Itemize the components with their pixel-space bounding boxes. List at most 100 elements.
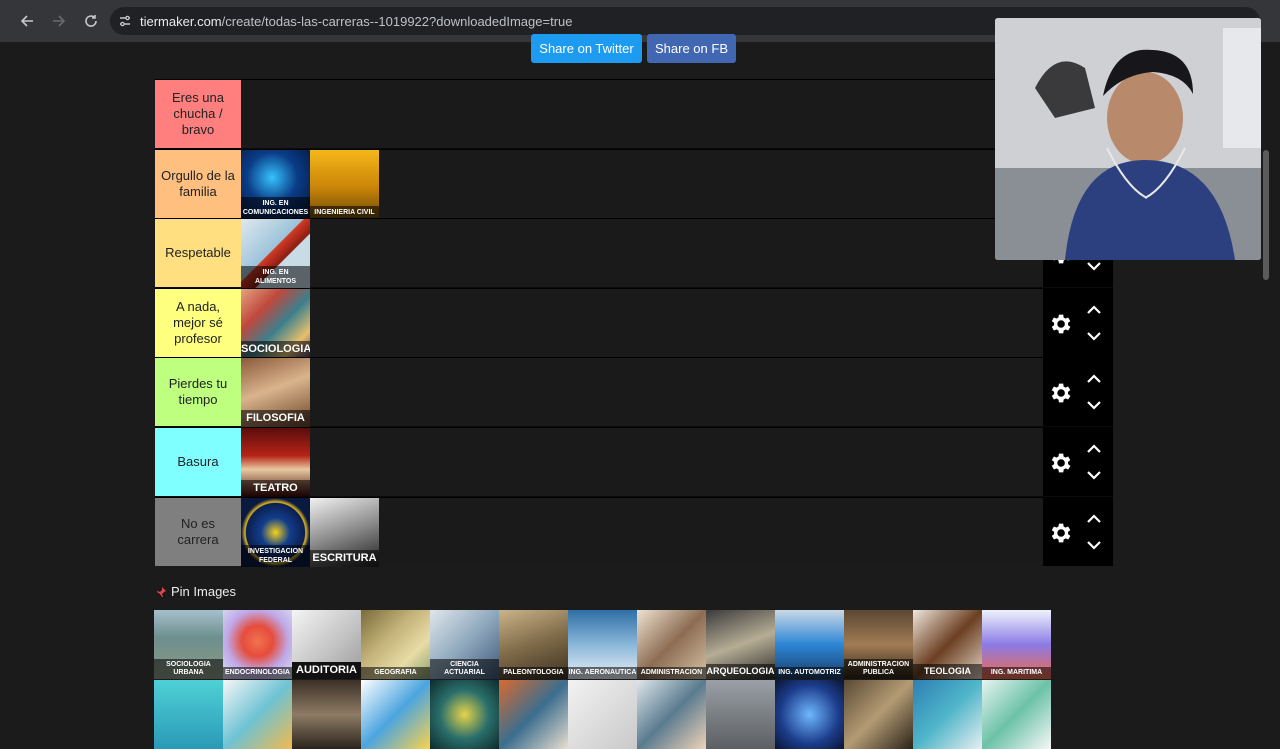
tier-row: No es carrera INVESTIGACION FEDERAL ESCRIT… (155, 496, 1113, 567)
page-scrollbar[interactable] (1263, 150, 1269, 280)
gear-icon[interactable] (1047, 380, 1073, 406)
tier-items: FILOSOFIA (241, 358, 310, 428)
tier-drop-zone[interactable] (241, 80, 1043, 148)
pool-image-caption: AUDITORIA (292, 662, 361, 679)
tier-item-image[interactable]: FILOSOFIA (241, 358, 310, 428)
pool-image[interactable] (154, 680, 223, 749)
pool-image-caption: GEOGRAFIA (361, 667, 430, 679)
gear-icon[interactable] (1047, 520, 1073, 546)
tier-drop-zone[interactable] (241, 219, 1043, 288)
tier-item-image[interactable]: INVESTIGACION FEDERAL (241, 497, 310, 567)
chevron-down-icon[interactable] (1085, 538, 1103, 552)
pool-image-caption: ING. AUTOMOTRIZ (775, 667, 844, 679)
url-host: tiermaker.com (140, 13, 222, 29)
tier-item-image[interactable]: ING. EN COMUNICACIONES (241, 149, 310, 219)
webcam-person (995, 18, 1261, 260)
url-text: tiermaker.com/create/todas-las-carreras-… (140, 14, 573, 29)
pool-image[interactable]: ING. AUTOMOTRIZ (775, 610, 844, 679)
chevron-up-icon[interactable] (1085, 303, 1103, 317)
chevron-down-icon[interactable] (1085, 329, 1103, 343)
pool-image-caption: ENDOCRINOLOGIA (223, 667, 292, 679)
tier-item-image[interactable]: TEATRO (241, 428, 310, 497)
tier-items: TEATRO (241, 428, 310, 497)
pool-image[interactable] (361, 680, 430, 749)
tier-item-caption: TEATRO (241, 480, 310, 497)
chevron-up-icon[interactable] (1085, 442, 1103, 456)
pool-image[interactable] (499, 680, 568, 749)
arrow-right-icon (53, 15, 66, 27)
pin-images-header: Pin Images (155, 584, 236, 599)
tier-label[interactable]: Respetable (155, 219, 241, 288)
reload-icon (85, 15, 97, 27)
pool-image[interactable] (637, 680, 706, 749)
chevron-up-icon[interactable] (1085, 512, 1103, 526)
chevron-down-icon[interactable] (1085, 259, 1103, 273)
pool-image[interactable]: ADMINISTRACION PUBLICA (844, 610, 913, 679)
tier-item-image[interactable]: ING. EN ALIMENTOS (241, 219, 310, 289)
tune-icon[interactable] (110, 14, 140, 28)
pool-image[interactable]: PALEONTOLOGIA (499, 610, 568, 679)
share-twitter-button[interactable]: Share on Twitter (531, 34, 642, 63)
reload-button[interactable] (76, 6, 106, 36)
tier-drop-zone[interactable] (241, 288, 1043, 357)
pool-image[interactable]: ADMINISTRACION (637, 610, 706, 679)
pin-images-label: Pin Images (171, 584, 237, 599)
pool-image-caption: PALEONTOLOGIA (499, 667, 568, 679)
tier-items: SOCIOLOGIA (241, 288, 310, 358)
tier-drop-zone[interactable] (241, 428, 1043, 496)
pool-image[interactable]: SOCIOLOGIA URBANA (154, 610, 223, 679)
tier-label[interactable]: Orgullo de la familia (155, 149, 241, 218)
forward-button[interactable] (44, 6, 74, 36)
pool-image-caption: ADMINISTRACION PUBLICA (844, 659, 913, 679)
back-button[interactable] (12, 6, 42, 36)
tier-label[interactable]: Pierdes tu tiempo (155, 358, 241, 427)
pool-image[interactable]: GEOGRAFIA (361, 610, 430, 679)
chevron-down-icon[interactable] (1085, 468, 1103, 482)
pool-image[interactable]: ING. AERONAUTICA (568, 610, 637, 679)
tier-item-caption: SOCIOLOGIA (241, 340, 310, 358)
pool-image[interactable] (775, 680, 844, 749)
tier-label[interactable]: Eres una chucha / bravo (155, 80, 241, 148)
pool-image[interactable] (292, 680, 361, 749)
pool-image-caption: CIENCIA ACTUARIAL (430, 659, 499, 679)
chevron-down-icon[interactable] (1085, 398, 1103, 412)
share-facebook-button[interactable]: Share on FB (647, 34, 736, 63)
tier-controls (1043, 428, 1113, 496)
pool-image[interactable] (844, 680, 913, 749)
tier-items: ING. EN ALIMENTOS (241, 219, 310, 289)
tier-label[interactable]: Basura (155, 428, 241, 496)
tier-item-caption: ESCRITURA (310, 549, 379, 567)
tier-row: Respetable ING. EN ALIMENTOS (155, 218, 1113, 289)
pool-image[interactable] (913, 680, 982, 749)
gear-icon[interactable] (1047, 450, 1073, 476)
tier-item-image[interactable]: INGENIERIA CIVIL (310, 149, 379, 219)
chevron-up-icon[interactable] (1085, 372, 1103, 386)
arrow-left-icon (20, 15, 33, 27)
pool-image[interactable]: ING. MARITIMA (982, 610, 1051, 679)
pool-image-caption: ING. AERONAUTICA (568, 667, 637, 679)
pool-image-caption: TEOLOGIA (913, 664, 982, 679)
pool-image[interactable] (706, 680, 775, 749)
pool-image[interactable] (430, 680, 499, 749)
pool-image-caption: ING. MARITIMA (982, 667, 1051, 679)
tier-row: A nada, mejor sé profesor SOCIOLOGIA (155, 287, 1113, 358)
tier-item-image[interactable]: ESCRITURA (310, 497, 379, 567)
tier-item-caption: INGENIERIA CIVIL (310, 205, 379, 219)
pool-image[interactable]: ENDOCRINOLOGIA (223, 610, 292, 679)
tier-list: Eres una chucha / bravo Orgullo de la fam… (155, 79, 1113, 567)
pool-image[interactable]: ARQUEOLOGIA (706, 610, 775, 679)
pool-image[interactable] (568, 680, 637, 749)
tier-item-caption: FILOSOFIA (241, 410, 310, 428)
pool-image[interactable] (982, 680, 1051, 749)
pool-image[interactable] (223, 680, 292, 749)
tier-drop-zone[interactable] (241, 358, 1043, 427)
tier-row: Basura TEATRO (155, 427, 1113, 497)
tier-label[interactable]: No es carrera (155, 497, 241, 566)
pool-row-2 (154, 680, 1051, 749)
pool-image[interactable]: TEOLOGIA (913, 610, 982, 679)
gear-icon[interactable] (1047, 311, 1073, 337)
tier-label[interactable]: A nada, mejor sé profesor (155, 288, 241, 357)
pool-image[interactable]: CIENCIA ACTUARIAL (430, 610, 499, 679)
pool-image[interactable]: AUDITORIA (292, 610, 361, 679)
tier-item-image[interactable]: SOCIOLOGIA (241, 288, 310, 358)
